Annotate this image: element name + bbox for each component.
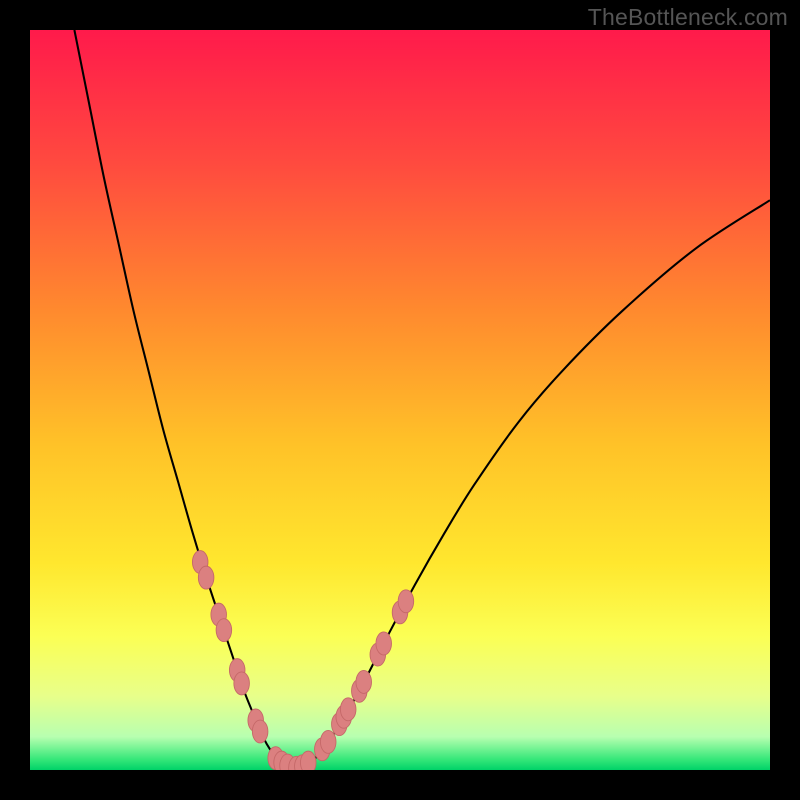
watermark-text: TheBottleneck.com — [588, 4, 788, 31]
outer-frame: TheBottleneck.com — [0, 0, 800, 800]
curve-bead — [252, 720, 268, 743]
curve-bead — [234, 672, 250, 695]
curve-bead — [320, 730, 336, 753]
curve-bead — [376, 632, 392, 655]
curve-layer — [30, 30, 770, 770]
curve-bead — [300, 751, 316, 770]
plot-area — [30, 30, 770, 770]
curve-bead — [216, 619, 232, 642]
curve-bead — [398, 590, 414, 613]
bottleneck-curve — [74, 30, 770, 768]
curve-bead — [198, 566, 214, 589]
curve-bead — [356, 670, 372, 693]
bead-group — [192, 551, 413, 770]
curve-bead — [340, 698, 356, 721]
